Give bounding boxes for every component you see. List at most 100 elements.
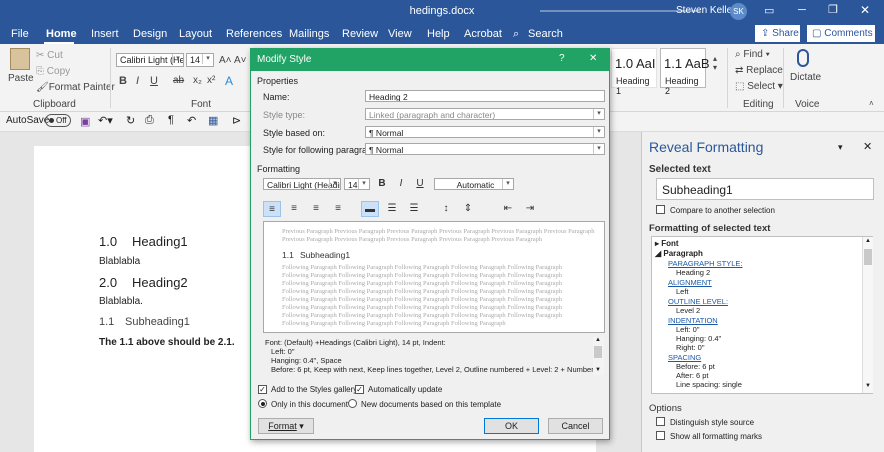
- underline-icon[interactable]: U: [150, 75, 158, 87]
- tab-view[interactable]: View: [388, 28, 412, 40]
- document-icon[interactable]: ⎙: [145, 114, 154, 127]
- more-icon[interactable]: ⊳: [232, 114, 241, 127]
- cut-button[interactable]: ✂ Cut: [36, 50, 63, 61]
- double-spacing-button[interactable]: ☰: [405, 201, 423, 217]
- description-scrollbar[interactable]: ▲ ▼: [593, 337, 604, 375]
- subscript-icon[interactable]: x₂: [193, 75, 202, 86]
- chevron-down-icon[interactable]: ▾: [593, 144, 604, 154]
- comments-button[interactable]: ▢ Comments: [807, 25, 875, 42]
- tab-design[interactable]: Design: [133, 28, 167, 40]
- shrink-font-icon[interactable]: A˅: [234, 55, 247, 66]
- paragraph-style-link[interactable]: PARAGRAPH STYLE:: [668, 259, 742, 268]
- italic-icon[interactable]: I: [136, 75, 139, 87]
- dialog-underline-button[interactable]: U: [411, 176, 429, 192]
- cancel-button[interactable]: Cancel: [548, 418, 603, 434]
- pane-options-icon[interactable]: ▾: [838, 142, 843, 153]
- dialog-italic-button[interactable]: I: [392, 176, 410, 192]
- align-right-button[interactable]: ≡: [307, 201, 325, 217]
- save-icon[interactable]: ▣: [80, 115, 90, 128]
- minimize-icon[interactable]: ─: [798, 4, 806, 16]
- outline-level-link[interactable]: OUTLINE LEVEL:: [668, 297, 728, 306]
- chevron-down-icon[interactable]: ▾: [329, 179, 340, 189]
- search-icon[interactable]: ⌕: [513, 28, 519, 41]
- name-input[interactable]: Heading 2: [365, 90, 605, 102]
- share-button[interactable]: ⇪ Share: [755, 25, 800, 42]
- find-button[interactable]: ⌕ Find ▾: [735, 49, 770, 60]
- formatting-tree[interactable]: ▸ Font ◢ Paragraph PARAGRAPH STYLE: Head…: [651, 236, 873, 394]
- tree-paragraph[interactable]: ◢ Paragraph: [655, 249, 703, 258]
- style-heading2[interactable]: 1.1 AaB Heading 2: [660, 48, 710, 96]
- format-button[interactable]: Format ▾: [258, 418, 314, 434]
- following-select[interactable]: ¶ Normal ▾: [365, 143, 605, 155]
- tab-file[interactable]: File: [11, 28, 29, 40]
- tab-search[interactable]: Search: [528, 28, 563, 40]
- undo-arrow-icon[interactable]: ↶: [187, 114, 196, 127]
- decrease-spacing-icon[interactable]: ⇕: [459, 201, 477, 217]
- copy-button[interactable]: ⎘ Copy: [36, 66, 70, 77]
- tree-font[interactable]: ▸ Font: [655, 239, 679, 248]
- spacing-link[interactable]: SPACING: [668, 353, 701, 362]
- chevron-down-icon[interactable]: ▾: [358, 179, 369, 189]
- justify-button[interactable]: ≡: [329, 201, 347, 217]
- grow-font-icon[interactable]: A˄: [219, 55, 232, 66]
- paste-icon[interactable]: [10, 48, 30, 70]
- show-marks-checkbox[interactable]: [656, 431, 665, 440]
- format-painter-button[interactable]: 🖌Format Painter: [36, 82, 115, 93]
- font-name-select[interactable]: Calibri Light (Hea ▾: [116, 53, 184, 67]
- ok-button[interactable]: OK: [484, 418, 539, 434]
- superscript-icon[interactable]: x²: [207, 75, 215, 86]
- dialog-font-select[interactable]: Calibri Light (Headin ▾: [263, 178, 341, 190]
- tab-insert[interactable]: Insert: [91, 28, 119, 40]
- chevron-down-icon[interactable]: ▾: [502, 179, 513, 189]
- scroll-up-icon[interactable]: ▲: [595, 337, 601, 343]
- dialog-close-button[interactable]: ✕: [589, 53, 597, 64]
- scroll-down-icon[interactable]: ▼: [865, 383, 871, 389]
- decrease-indent-icon[interactable]: ⇤: [499, 201, 517, 217]
- strikethrough-icon[interactable]: ab: [173, 75, 184, 86]
- close-window-icon[interactable]: ✕: [860, 3, 870, 17]
- dialog-bold-button[interactable]: B: [373, 176, 391, 192]
- chevron-down-icon[interactable]: ▾: [202, 54, 213, 64]
- alignment-link[interactable]: ALIGNMENT: [668, 278, 712, 287]
- pilcrow-icon[interactable]: ¶: [168, 114, 174, 126]
- scroll-down-icon[interactable]: ▼: [595, 367, 601, 373]
- ribbon-display-icon[interactable]: ▭: [764, 4, 774, 17]
- text-effects-icon[interactable]: A: [225, 74, 233, 88]
- avatar[interactable]: SK: [730, 3, 747, 20]
- chevron-down-icon[interactable]: ▾: [593, 127, 604, 137]
- distinguish-checkbox[interactable]: [656, 417, 665, 426]
- tab-references[interactable]: References: [226, 28, 282, 40]
- table-icon[interactable]: ▦: [208, 114, 218, 127]
- tab-review[interactable]: Review: [342, 28, 378, 40]
- based-on-select[interactable]: ¶ Normal ▾: [365, 126, 605, 138]
- maximize-icon[interactable]: ❐: [828, 3, 838, 16]
- scroll-up-icon[interactable]: ▲: [865, 238, 871, 244]
- undo-icon[interactable]: ↶▾: [98, 114, 113, 127]
- tab-layout[interactable]: Layout: [179, 28, 212, 40]
- increase-indent-icon[interactable]: ⇥: [521, 201, 539, 217]
- style-heading1[interactable]: 1.0 AaI Heading 1: [611, 48, 657, 96]
- style-type-select[interactable]: Linked (paragraph and character) ▾: [365, 108, 605, 120]
- align-left-button[interactable]: ≡: [263, 201, 281, 217]
- paste-button[interactable]: Paste: [8, 73, 34, 84]
- increase-spacing-icon[interactable]: ↕: [437, 201, 455, 217]
- styles-scroll-icon[interactable]: ▴ ▾: [713, 54, 717, 72]
- redo-icon[interactable]: ↻: [126, 114, 135, 127]
- compare-checkbox[interactable]: [656, 205, 665, 214]
- scroll-thumb[interactable]: [594, 346, 602, 358]
- tree-scrollbar[interactable]: ▲ ▼: [862, 237, 873, 393]
- tab-home[interactable]: Home: [46, 28, 77, 40]
- one-half-spacing-button[interactable]: ☰: [383, 201, 401, 217]
- dictate-button[interactable]: Dictate: [790, 72, 821, 83]
- add-gallery-checkbox[interactable]: ✓: [258, 385, 267, 394]
- tab-mailings[interactable]: Mailings: [289, 28, 329, 40]
- dialog-color-select[interactable]: Automatic ▾: [434, 178, 514, 190]
- chevron-down-icon[interactable]: ▾: [593, 109, 604, 119]
- font-size-select[interactable]: 14 ▾: [186, 53, 214, 67]
- selected-text-box[interactable]: Subheading1: [656, 178, 874, 200]
- single-spacing-button[interactable]: ▬: [361, 201, 379, 217]
- collapse-ribbon-icon[interactable]: ˄: [869, 99, 874, 108]
- select-button[interactable]: ⬚ Select ▾: [735, 81, 783, 92]
- chevron-down-icon[interactable]: ▾: [172, 54, 183, 64]
- align-center-button[interactable]: ≡: [285, 201, 303, 217]
